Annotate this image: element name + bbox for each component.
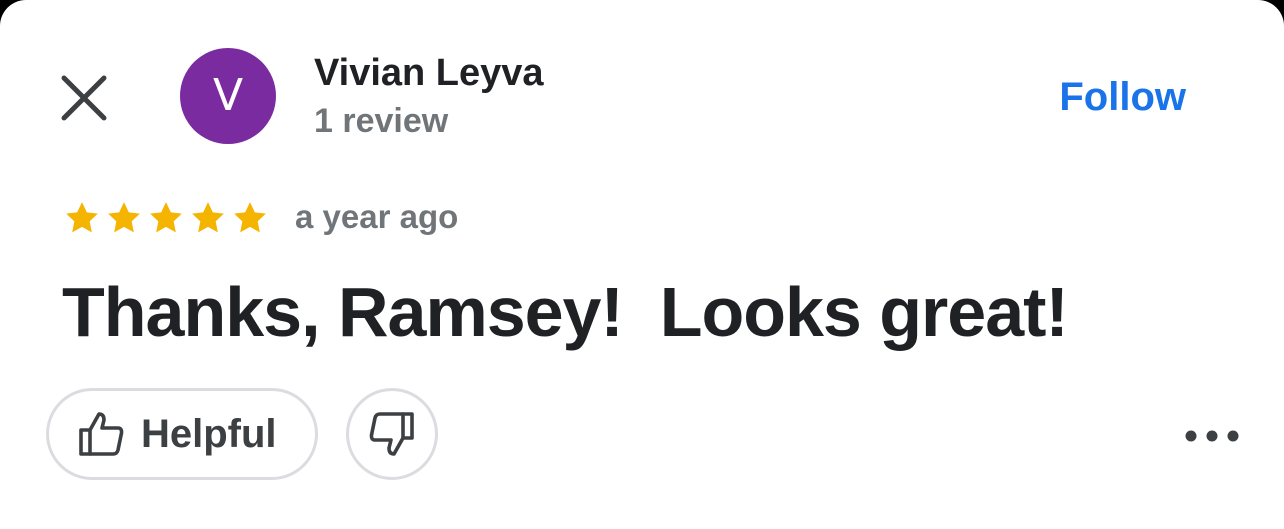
avatar[interactable]: V	[180, 48, 276, 144]
more-horizontal-icon	[1185, 430, 1239, 442]
star-icon	[192, 202, 224, 233]
thumb-up-icon	[79, 412, 124, 456]
thumb-down-icon	[369, 412, 414, 456]
not-helpful-button[interactable]	[346, 388, 438, 480]
review-text: Thanks, Ramsey! Looks great!	[62, 273, 1069, 351]
review-card: V Vivian Leyva 1 review Follow a year ag…	[0, 0, 1284, 529]
star-icon	[108, 202, 140, 233]
star-icon	[234, 202, 266, 233]
helpful-label: Helpful	[141, 411, 277, 456]
close-button[interactable]	[58, 72, 110, 124]
star-rating	[62, 198, 270, 238]
more-options-button[interactable]	[1180, 416, 1244, 456]
star-icon	[66, 202, 98, 233]
follow-button[interactable]: Follow	[1059, 75, 1186, 120]
reviewer-review-count: 1 review	[314, 102, 449, 140]
review-timestamp: a year ago	[295, 198, 459, 235]
star-icon	[150, 202, 182, 233]
helpful-button[interactable]: Helpful	[46, 388, 318, 480]
reviewer-name[interactable]: Vivian Leyva	[314, 52, 544, 95]
close-icon	[61, 75, 107, 121]
